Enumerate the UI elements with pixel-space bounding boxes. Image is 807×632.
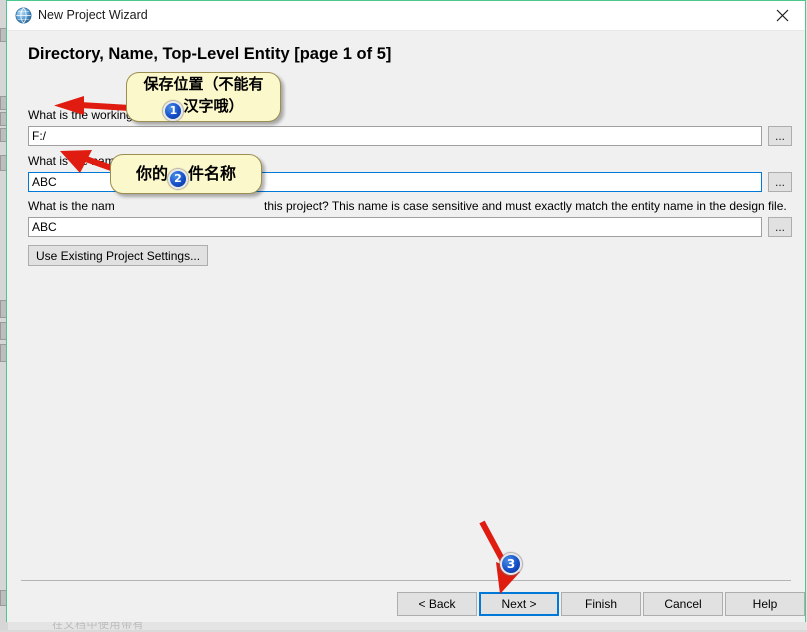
help-button[interactable]: Help <box>725 592 805 616</box>
globe-icon <box>15 7 32 24</box>
working-directory-label: What is the working <box>28 108 133 122</box>
bottom-separator <box>21 580 791 581</box>
use-existing-project-settings-button[interactable]: Use Existing Project Settings... <box>28 245 209 266</box>
close-glyph <box>776 9 788 22</box>
page-title: Directory, Name, Top-Level Entity [page … <box>28 45 392 63</box>
new-project-wizard-dialog: New Project Wizard Directory, Name, Top-… <box>6 0 806 622</box>
window-title: New Project Wizard <box>38 8 148 22</box>
cancel-button[interactable]: Cancel <box>643 592 723 616</box>
top-level-entity-label-head: What is the nam <box>28 199 115 213</box>
next-button[interactable]: Next > <box>479 592 559 616</box>
project-name-input[interactable] <box>28 172 762 192</box>
working-directory-input[interactable] <box>28 126 762 146</box>
top-level-entity-input[interactable] <box>28 217 762 237</box>
desktop-background: 在文档中使用带有 New Project Wizard Directory, N… <box>0 0 807 631</box>
back-button[interactable]: < Back <box>397 592 477 616</box>
project-name-browse-button[interactable]: ... <box>768 172 792 192</box>
close-icon[interactable] <box>759 1 805 30</box>
working-directory-browse-button[interactable]: ... <box>768 126 792 146</box>
top-level-entity-label-tail: this project? This name is case sensitiv… <box>264 199 787 213</box>
finish-button[interactable]: Finish <box>561 592 641 616</box>
title-bar: New Project Wizard <box>7 1 805 31</box>
project-name-label: What is the name of this project? <box>28 154 203 168</box>
dialog-content: Directory, Name, Top-Level Entity [page … <box>7 31 805 622</box>
top-level-entity-browse-button[interactable]: ... <box>768 217 792 237</box>
